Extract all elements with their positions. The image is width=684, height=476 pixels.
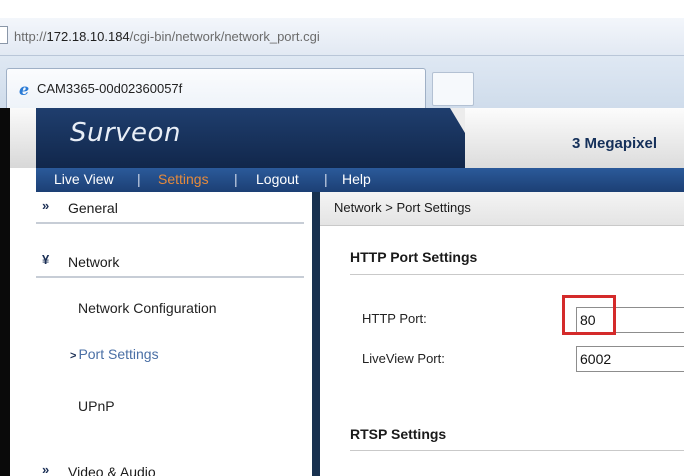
address-bar[interactable]: http://172.18.10.184/cgi-bin/network/net… <box>0 18 684 56</box>
http-port-input[interactable] <box>576 307 684 333</box>
new-tab-button[interactable] <box>432 72 474 106</box>
sidebar-divider <box>312 192 320 476</box>
top-nav: Live View | Settings | Logout | Help <box>36 168 684 192</box>
breadcrumb-bar: Network > Port Settings <box>320 192 684 226</box>
liveview-port-label: LiveView Port: <box>362 351 445 366</box>
browser-tab[interactable]: e CAM3365-00d02360057f <box>6 68 426 108</box>
chevron-double-right-icon: » <box>42 198 50 213</box>
page-icon <box>0 26 8 44</box>
left-edge <box>0 108 10 476</box>
surveon-logo: Surveon <box>70 118 181 148</box>
sidebar-item-video-audio[interactable]: » Video & Audio <box>36 456 304 476</box>
rtsp-section-title: RTSP Settings <box>350 426 447 442</box>
sidebar-item-label: General <box>68 200 118 216</box>
sidebar-item-label: Network <box>68 254 120 270</box>
chevron-double-right-icon: » <box>42 462 50 476</box>
ie-icon: e <box>19 80 30 99</box>
settings-sidebar: » General ¥ Network Network Configuratio… <box>36 192 312 476</box>
sidebar-item-label: Video & Audio <box>68 464 156 476</box>
product-title: 3 Megapixel <box>572 135 658 152</box>
liveview-port-input[interactable] <box>576 346 684 372</box>
sidebar-item-general[interactable]: » General <box>36 192 304 224</box>
nav-separator: | <box>324 171 328 187</box>
tab-strip: e CAM3365-00d02360057f <box>0 56 684 108</box>
sidebar-item-network-configuration[interactable]: Network Configuration <box>78 300 217 316</box>
camera-web-page: Surveon 3 Megapixel Live View | Settings… <box>0 108 684 476</box>
nav-logout[interactable]: Logout <box>256 171 299 187</box>
arrow-right-icon: > <box>70 350 77 362</box>
nav-live-view[interactable]: Live View <box>54 171 114 187</box>
sidebar-item-upnp[interactable]: UPnP <box>78 398 115 414</box>
nav-help[interactable]: Help <box>342 171 371 187</box>
sidebar-item-network[interactable]: ¥ Network <box>36 246 304 278</box>
url-text[interactable]: http://172.18.10.184/cgi-bin/network/net… <box>14 29 320 44</box>
nav-settings[interactable]: Settings <box>158 171 209 187</box>
http-port-label: HTTP Port: <box>362 311 427 326</box>
nav-separator: | <box>234 171 238 187</box>
nav-separator: | <box>137 171 141 187</box>
http-section-title: HTTP Port Settings <box>350 249 478 265</box>
breadcrumb: Network > Port Settings <box>334 200 471 215</box>
sidebar-item-port-settings[interactable]: > Port Settings <box>70 346 159 362</box>
section-divider <box>350 450 684 451</box>
port-settings-panel: Network > Port Settings HTTP Port Settin… <box>320 192 684 476</box>
tab-title: CAM3365-00d02360057f <box>37 81 183 96</box>
chevron-double-down-icon: ¥ <box>42 252 50 267</box>
sidebar-item-label: Port Settings <box>78 346 159 362</box>
section-divider <box>350 274 684 275</box>
